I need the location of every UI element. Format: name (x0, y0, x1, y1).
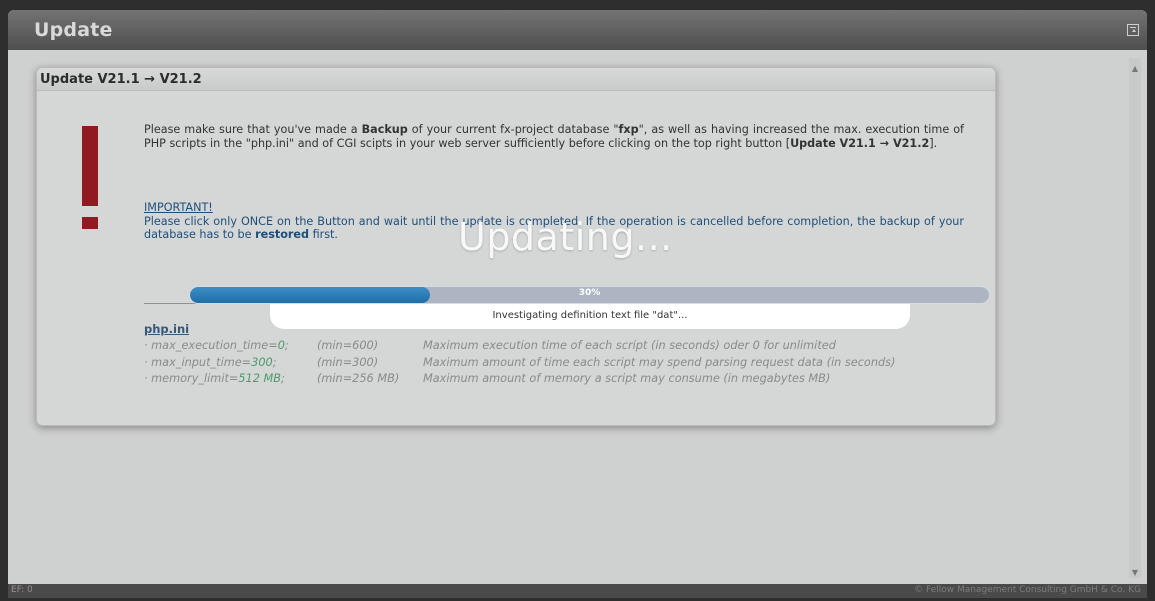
php-key-cell: · max_execution_time=0; (144, 338, 317, 355)
window-titlebar: Update (8, 10, 1147, 50)
php-key-cell: · memory_limit=512 MB; (144, 371, 317, 388)
scroll-down-icon[interactable]: ▼ (1129, 568, 1141, 578)
exclamation-bar (82, 126, 98, 206)
php-min: (min=256 MB) (317, 372, 400, 385)
notice-button-name: Update V21.1 → V21.2 (790, 136, 930, 150)
php-key: · max_execution_time= (144, 339, 278, 352)
notice-part-1: Please make sure that you've made a (144, 123, 362, 136)
php-value: 300 (251, 355, 273, 369)
notice-part-2: of your current fx-project database " (407, 123, 619, 136)
php-key: · memory_limit= (144, 372, 239, 385)
php-ini-title: php.ini (144, 322, 190, 336)
php-desc: Maximum amount of memory a script may co… (423, 372, 831, 385)
important-restored: restored (255, 228, 310, 241)
maximize-icon[interactable] (1127, 24, 1139, 36)
progress-status: Investigating definition text file "dat"… (270, 304, 910, 329)
important-part-2: first. (309, 228, 338, 241)
updating-title: Updating... (458, 215, 673, 259)
php-ini-list: · max_execution_time=0; (min=600) Maximum … (144, 338, 895, 388)
exclamation-icon (82, 126, 98, 229)
php-suffix: ; (281, 372, 285, 385)
php-key-cell: · max_input_time=300; (144, 355, 317, 372)
exclamation-dot (82, 217, 98, 229)
php-row: · max_input_time=300; (min=300) Maximum am… (144, 355, 895, 372)
important-title: IMPORTANT! (144, 201, 213, 214)
progress-bar: 30% (189, 286, 990, 304)
scroll-up-icon[interactable]: ▲ (1129, 64, 1141, 74)
php-key: · max_input_time= (144, 355, 252, 369)
status-footer: EF: 0 © Fellow Management Consulting Gmb… (8, 584, 1147, 598)
panel-header: Update V21.1 → V21.2 (37, 68, 995, 91)
php-min: (min=300) (317, 355, 379, 369)
php-desc: Maximum amount of time each script may s… (423, 355, 896, 369)
php-row: · memory_limit=512 MB; (min=256 MB) Maximu… (144, 371, 895, 388)
footer-left: EF: 0 (11, 585, 33, 595)
php-value: 0 (277, 339, 285, 352)
php-row: · max_execution_time=0; (min=600) Maximum … (144, 338, 895, 355)
update-window: Update Update V21.1 → V21.2 Please make … (8, 10, 1147, 598)
vertical-scrollbar[interactable]: ▲ ▼ (1129, 58, 1141, 578)
php-desc: Maximum execution time of each script (i… (423, 339, 836, 352)
php-value: 512 MB (238, 372, 282, 385)
notice-db: fxp (618, 123, 639, 136)
php-suffix: ; (272, 355, 277, 369)
progress-label: 30% (578, 288, 601, 298)
php-suffix: ; (284, 339, 289, 352)
php-min: (min=600) (317, 339, 379, 352)
window-title: Update (34, 19, 113, 41)
footer-copyright: © Fellow Management Consulting GmbH & Co… (914, 585, 1141, 595)
panel-title: Update V21.1 → V21.2 (40, 72, 202, 87)
notice-part-4: ]. (929, 136, 938, 150)
notice-backup: Backup (361, 123, 408, 136)
backup-notice: Please make sure that you've made a Back… (144, 123, 964, 150)
